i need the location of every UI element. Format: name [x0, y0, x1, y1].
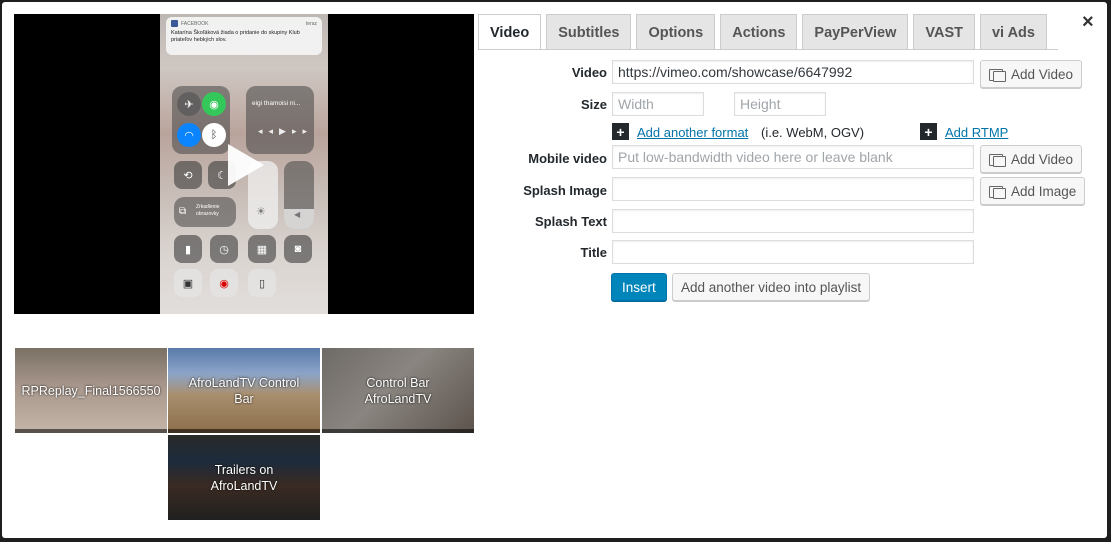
remote-icon: ▯	[248, 269, 276, 297]
rotation-lock-icon: ⟲	[174, 161, 202, 189]
lock-icon: ▣	[174, 269, 202, 297]
tab-vi-ads[interactable]: vi Ads	[979, 14, 1047, 50]
video-insert-dialog: FACEBOOK teraz Katarína Škoľáková žiada …	[2, 2, 1107, 538]
now-playing: eigi thamoisi ni...	[252, 100, 301, 107]
record-icon: ◉	[210, 269, 238, 297]
bluetooth-icon: ᛒ	[202, 123, 226, 147]
timer-icon: ◷	[210, 235, 238, 263]
connectivity-panel: ✈ ◉ ◠ ᛒ	[172, 86, 230, 154]
playlist-item[interactable]: AfroLandTV Control Bar	[168, 348, 320, 433]
playlist-item[interactable]: Control Bar AfroLandTV	[322, 348, 474, 433]
notification-banner: FACEBOOK teraz Katarína Škoľáková žiada …	[166, 17, 322, 55]
tab-divider	[478, 49, 1058, 50]
insert-button[interactable]: Insert	[611, 273, 667, 301]
cellular-icon: ◉	[202, 92, 226, 116]
playlist-item-caption: Control Bar AfroLandTV	[364, 375, 432, 406]
video-label: Video	[571, 65, 607, 80]
add-mobile-video-button[interactable]: Add Video	[980, 145, 1083, 173]
video-preview[interactable]: FACEBOOK teraz Katarína Škoľáková žiada …	[14, 14, 474, 314]
playlist-item-caption: AfroLandTV Control Bar	[188, 375, 300, 406]
mirroring-label: Zrkadlenie obrazovky	[196, 204, 220, 217]
splash-text-input[interactable]	[612, 209, 974, 233]
title-input[interactable]	[612, 240, 974, 264]
media-icon	[989, 153, 1006, 167]
playlist-item[interactable]: Trailers on AfroLandTV	[168, 435, 320, 520]
airplane-icon: ✈	[177, 92, 201, 116]
size-label: Size	[580, 97, 607, 112]
media-icon	[989, 68, 1006, 82]
splash-text-label: Splash Text	[534, 214, 607, 229]
title-label: Title	[580, 245, 608, 260]
width-input[interactable]	[612, 92, 704, 116]
wifi-icon: ◠	[177, 123, 201, 147]
notification-time: teraz	[305, 20, 317, 27]
mobile-video-label: Mobile video	[528, 151, 607, 166]
screen-mirroring-panel: ⧉ Zrkadlenie obrazovky	[174, 197, 236, 227]
notification-text: Katarína Škoľáková žiada o pridanie do s…	[171, 30, 300, 44]
flashlight-icon: ▮	[174, 235, 202, 263]
sun-icon: ☀	[256, 206, 266, 218]
splash-image-label: Splash Image	[523, 183, 607, 198]
add-video-button[interactable]: Add Video	[980, 60, 1083, 88]
close-button[interactable]: ×	[1082, 11, 1094, 34]
video-url-input[interactable]	[612, 60, 974, 84]
add-image-button[interactable]: Add Image	[980, 177, 1086, 205]
facebook-icon	[171, 20, 178, 27]
mobile-video-input[interactable]	[612, 145, 974, 169]
playlist-item-caption: RPReplay_Final1566550	[21, 383, 161, 398]
play-icon[interactable]	[228, 144, 264, 186]
add-image-button-label: Add Image	[1011, 183, 1077, 199]
volume-slider: ◀	[284, 161, 314, 229]
add-video-button-label: Add Video	[1011, 66, 1074, 82]
add-mobile-video-button-label: Add Video	[1011, 151, 1074, 167]
add-to-playlist-button[interactable]: Add another video into playlist	[672, 273, 871, 301]
tab-actions[interactable]: Actions	[720, 14, 798, 50]
tab-vast[interactable]: VAST	[913, 14, 975, 50]
playlist-item-caption: Trailers on AfroLandTV	[210, 462, 278, 493]
plus-icon[interactable]: +	[920, 123, 937, 140]
media-icon	[989, 185, 1006, 199]
plus-icon[interactable]: +	[612, 123, 629, 140]
tab-video[interactable]: Video	[478, 14, 542, 50]
splash-image-input[interactable]	[612, 177, 974, 201]
speaker-icon: ◀	[294, 210, 301, 219]
tab-options[interactable]: Options	[636, 14, 716, 50]
height-input[interactable]	[734, 92, 826, 116]
add-format-note: (i.e. WebM, OGV)	[761, 125, 865, 140]
music-controls-icon: ◂◂▶▸▸	[258, 126, 313, 136]
tab-subtitles[interactable]: Subtitles	[546, 14, 632, 50]
tab-bar: Video Subtitles Options Actions PayPerVi…	[478, 14, 1047, 50]
mirroring-icon: ⧉	[179, 206, 187, 217]
tab-payperview[interactable]: PayPerView	[802, 14, 909, 50]
notification-app: FACEBOOK	[181, 20, 209, 27]
playlist-item[interactable]: RPReplay_Final1566550	[15, 348, 167, 433]
calculator-icon: ▦	[248, 235, 276, 263]
add-format-link[interactable]: Add another format	[637, 125, 748, 140]
camera-icon: ◙	[284, 235, 312, 263]
add-rtmp-link[interactable]: Add RTMP	[945, 125, 1008, 140]
